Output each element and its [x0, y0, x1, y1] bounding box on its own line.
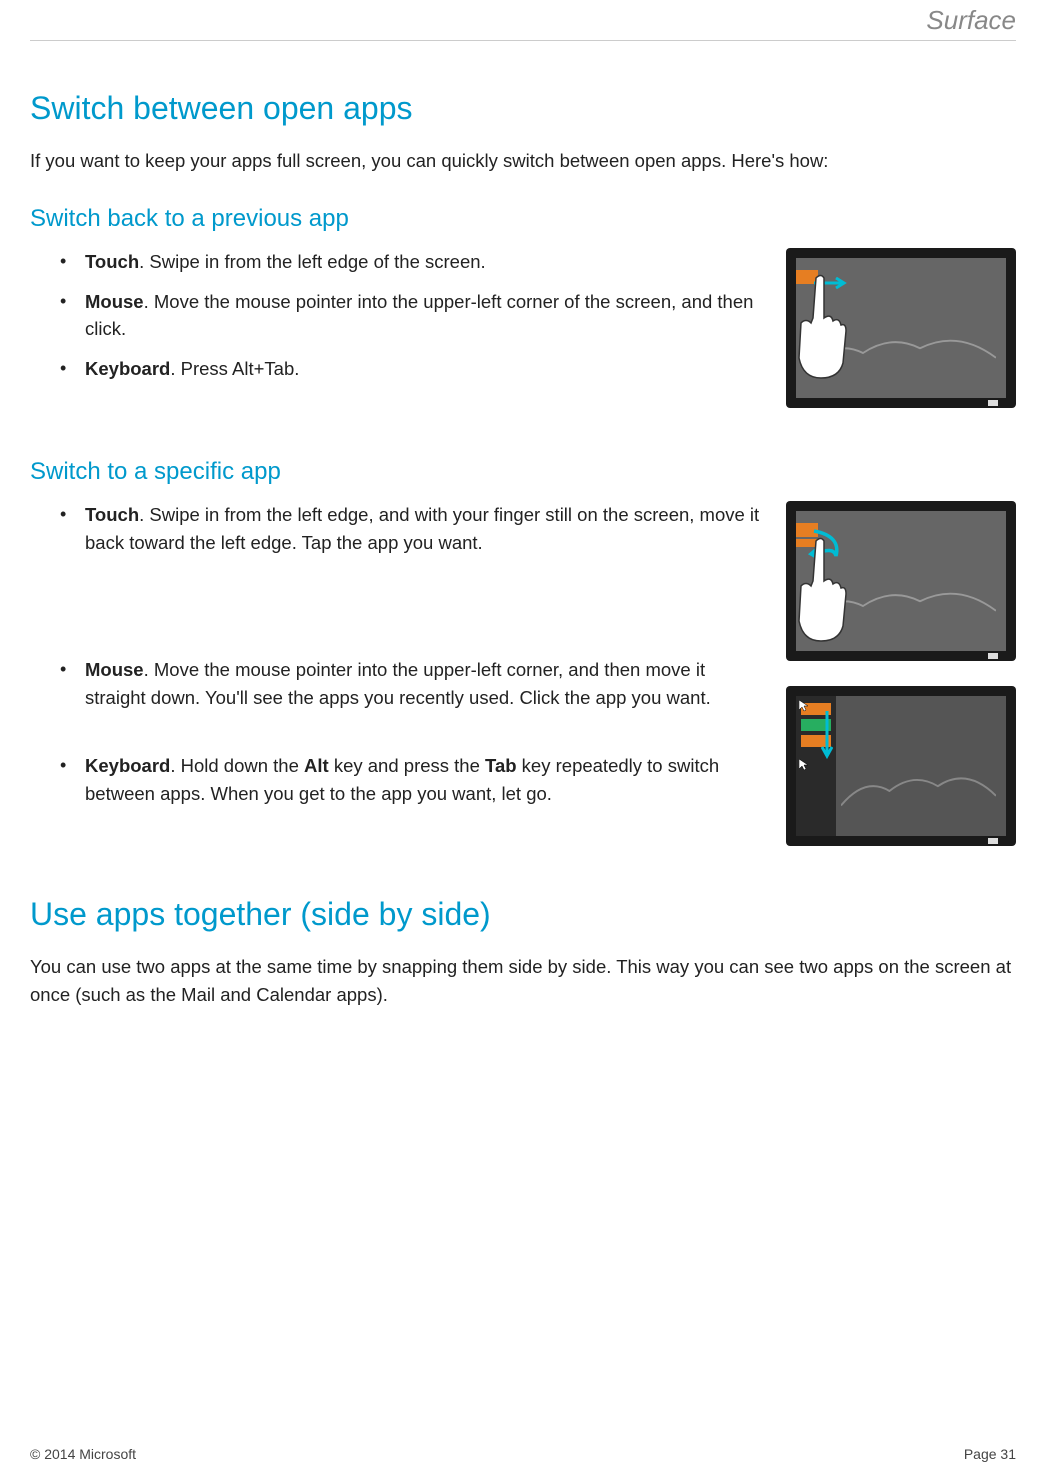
- list-item: Mouse. Move the mouse pointer into the u…: [70, 656, 766, 712]
- label-tab: Tab: [485, 755, 517, 776]
- text-mid: key and press the: [329, 755, 485, 776]
- tablet-illustration-mouse: [786, 686, 1016, 846]
- list-item: Touch. Swipe in from the left edge, and …: [70, 501, 766, 557]
- heading-use-apps-together: Use apps together (side by side): [30, 896, 1016, 933]
- page-footer: © 2014 Microsoft Page 31: [30, 1446, 1016, 1462]
- subheading-switch-back: Switch back to a previous app: [30, 205, 1016, 233]
- cursor-icon: [799, 699, 811, 711]
- label-keyboard: Keyboard: [85, 755, 170, 776]
- label-keyboard: Keyboard: [85, 358, 170, 379]
- label-touch: Touch: [85, 504, 139, 525]
- page-number: Page 31: [964, 1446, 1016, 1462]
- brand-header: Surface: [926, 5, 1016, 36]
- arrow-down-icon: [821, 711, 833, 761]
- hand-icon: [796, 273, 851, 383]
- text-mouse: . Move the mouse pointer into the upper-…: [85, 659, 711, 708]
- section-switch-specific: Switch to a specific app Touch. Swipe in…: [30, 458, 1016, 871]
- intro-paragraph: If you want to keep your apps full scree…: [30, 147, 1016, 175]
- subheading-switch-specific: Switch to a specific app: [30, 458, 1016, 486]
- instruction-list: Touch. Swipe in from the left edge of th…: [30, 248, 766, 383]
- cursor-icon: [799, 758, 811, 770]
- page-content: Switch between open apps If you want to …: [30, 90, 1016, 1038]
- text-touch: . Swipe in from the left edge of the scr…: [139, 251, 486, 272]
- windows-button-icon: [988, 838, 998, 844]
- list-item: Keyboard. Press Alt+Tab.: [70, 355, 766, 383]
- label-mouse: Mouse: [85, 291, 144, 312]
- section-switch-back: Switch back to a previous app Touch. Swi…: [30, 205, 1016, 433]
- label-alt: Alt: [304, 755, 329, 776]
- label-touch: Touch: [85, 251, 139, 272]
- text-touch: . Swipe in from the left edge, and with …: [85, 504, 759, 553]
- heading-switch-apps: Switch between open apps: [30, 90, 1016, 127]
- tablet-illustration-swipe-back: [786, 501, 1016, 661]
- label-mouse: Mouse: [85, 659, 144, 680]
- cloud-decoration: [841, 766, 996, 816]
- body-paragraph: You can use two apps at the same time by…: [30, 953, 1016, 1009]
- windows-button-icon: [988, 400, 998, 406]
- text-mouse: . Move the mouse pointer into the upper-…: [85, 291, 753, 340]
- list-item: Mouse. Move the mouse pointer into the u…: [70, 288, 766, 344]
- text-pre: . Hold down the: [170, 755, 304, 776]
- windows-button-icon: [988, 653, 998, 659]
- tablet-illustration-swipe: [786, 248, 1016, 408]
- header-divider: [30, 40, 1016, 41]
- text-keyboard: . Press Alt+Tab.: [170, 358, 299, 379]
- list-item: Keyboard. Hold down the Alt key and pres…: [70, 752, 766, 808]
- list-item: Touch. Swipe in from the left edge of th…: [70, 248, 766, 276]
- hand-icon: [796, 536, 851, 646]
- copyright-text: © 2014 Microsoft: [30, 1446, 136, 1462]
- instruction-list: Touch. Swipe in from the left edge, and …: [30, 501, 766, 808]
